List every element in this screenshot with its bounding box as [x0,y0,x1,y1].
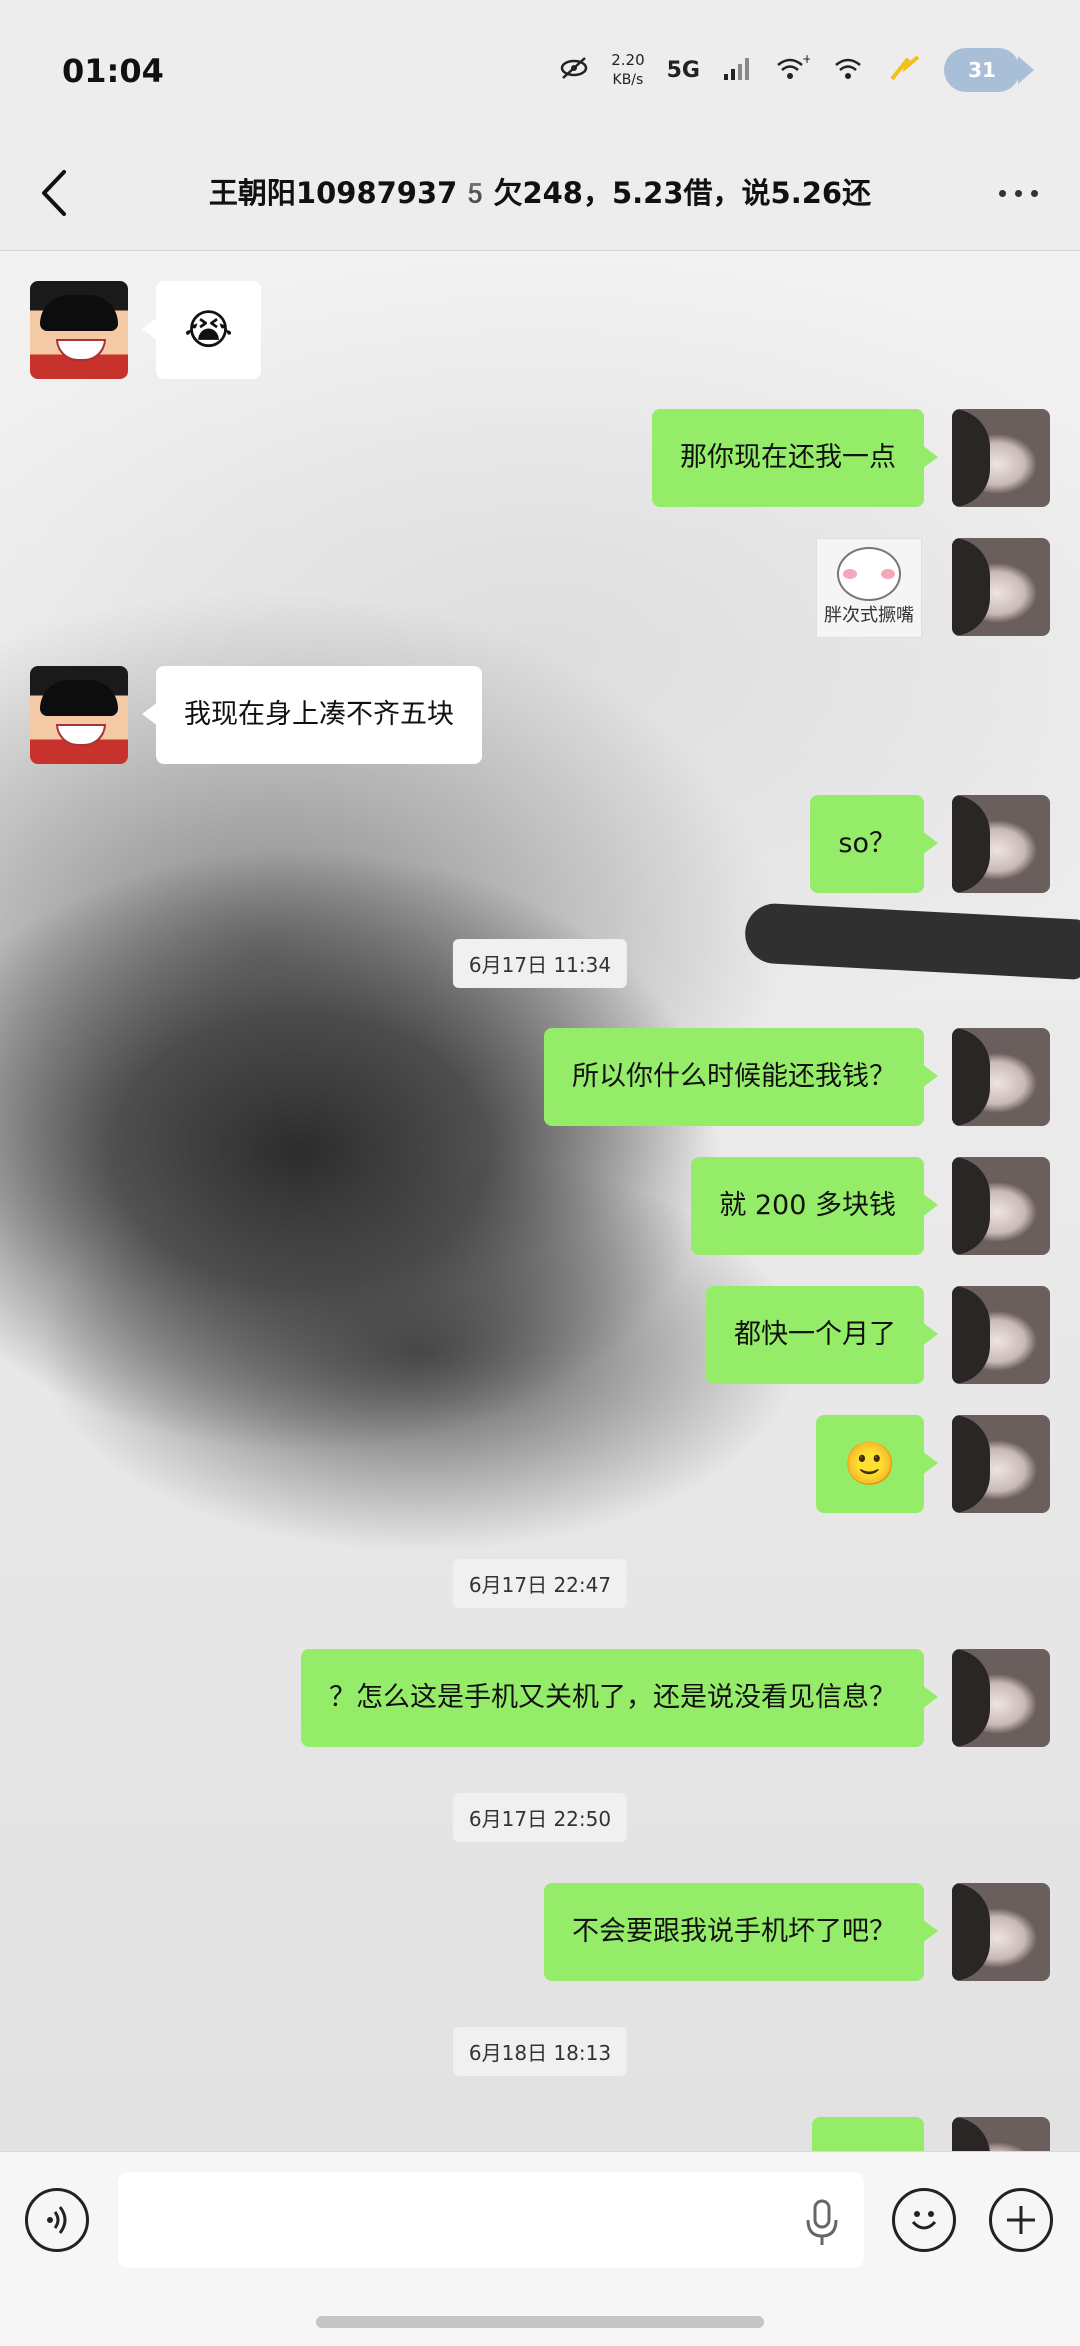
avatar[interactable] [952,1157,1050,1255]
message-bubble[interactable]: 都快一个月了 [706,1286,938,1384]
plus-button[interactable] [989,2188,1053,2252]
microphone-button[interactable] [800,2198,844,2248]
message-input[interactable] [118,2172,864,2268]
eye-off-icon [559,56,589,84]
net-speed-value: 2.20 [611,51,645,69]
status-bar: 01:04 2.20 KB/s 5G + 31 [0,0,1080,130]
home-indicator[interactable] [316,2316,764,2328]
avatar[interactable] [952,538,1050,636]
background-brush-stroke [743,902,1080,980]
message-bubble[interactable]: 😭 [141,281,262,379]
avatar[interactable] [952,1883,1050,1981]
net-speed: 2.20 KB/s [611,50,644,90]
wifi-icon [832,53,866,87]
chevron-left-icon [42,170,66,216]
more-button[interactable] [988,178,1048,208]
message-bubble[interactable]: 那你现在还我一点 [652,409,938,507]
message-bubble[interactable]: 所以你什么时候能还我钱？ [544,1028,938,1126]
signal-icon [722,54,752,86]
network-type: 5G [666,57,700,83]
status-icons: 2.20 KB/s 5G + 31 [559,48,1034,92]
voice-icon [47,2206,67,2234]
chat-messages[interactable]: 😭 那你现在还我一点 胖次式撅嘴 我现在身上凑不齐五块 so？ 6月17日 11… [0,251,1080,2151]
plus-icon [1007,2206,1035,2234]
avatar[interactable] [952,1649,1050,1747]
message-bubble[interactable]: 🙂 [815,1415,939,1513]
crying-emoji: 😭 [184,305,234,354]
status-time: 01:04 [62,52,164,90]
emoji-button[interactable] [892,2188,956,2252]
message-bubble[interactable]: 我现在身上凑不齐五块 [142,666,482,764]
message-bubble[interactable]: 就 200 多块钱 [691,1157,938,1255]
avatar[interactable] [952,1028,1050,1126]
wifi-plus-icon: + [774,52,812,87]
sticker-caption: 胖次式撅嘴 [824,605,914,626]
input-bar [0,2151,1080,2346]
avatar[interactable] [30,281,128,379]
battery-fish-icon: 31 [944,48,1034,92]
microphone-icon [806,2199,838,2245]
charging-icon [888,53,922,87]
avatar[interactable] [952,409,1050,507]
avatar[interactable] [30,666,128,764]
chat-header: 王朝阳109879375️欠248，5.23借，说5.26还️ [0,130,1080,251]
chat-title: 王朝阳109879375️欠248，5.23借，说5.26还️ [208,176,872,210]
message-bubble[interactable]: ？怎么这是手机又关机了，还是说没看见信息？ [301,1649,938,1747]
svg-text:+: + [802,53,810,66]
back-button[interactable] [34,166,78,220]
net-speed-unit: KB/s [612,72,644,88]
voice-button[interactable] [25,2188,89,2252]
message-bubble[interactable]: so？ [810,795,938,893]
message-timestamp: 6月17日 22:47 [452,1559,628,1608]
avatar[interactable] [952,2117,1050,2151]
avatar[interactable] [952,1286,1050,1384]
message-timestamp: 6月17日 11:34 [452,939,628,988]
message-bubble[interactable]: 不会要跟我说手机坏了吧？ [544,1883,938,1981]
avatar[interactable] [952,795,1050,893]
message-bubble-partial[interactable] [812,2117,924,2151]
emoji-icon [911,2211,937,2230]
sticker-message[interactable]: 胖次式撅嘴 [816,538,922,638]
message-timestamp: 6月18日 18:13 [452,2027,628,2076]
more-dots-icon [998,189,1038,197]
smile-emoji: 🙂 [843,1439,896,1488]
avatar[interactable] [952,1415,1050,1513]
pig-sticker-image [837,547,901,601]
message-timestamp: 6月17日 22:50 [452,1793,628,1842]
